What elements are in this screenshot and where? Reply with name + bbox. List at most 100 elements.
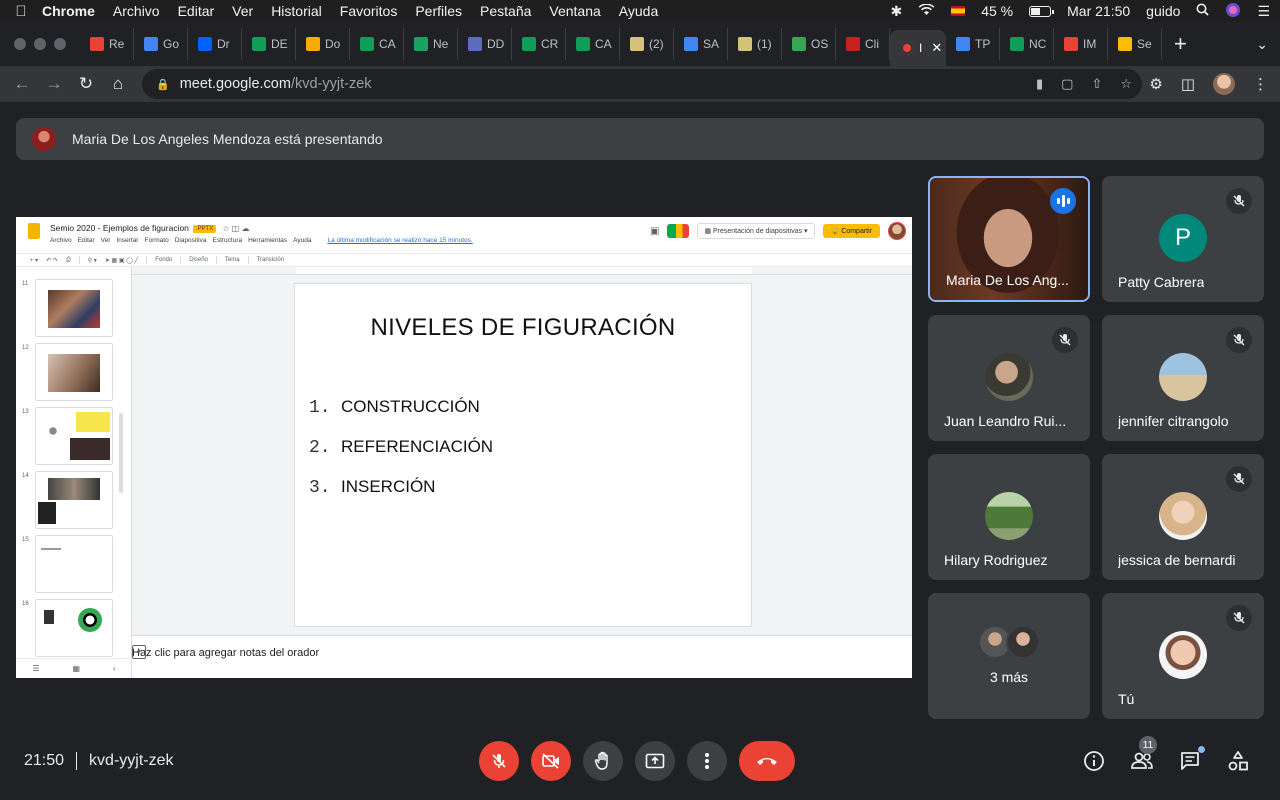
present-now-button[interactable] xyxy=(635,741,675,781)
apple-icon[interactable]:  xyxy=(0,3,42,20)
browser-tab[interactable]: Se xyxy=(1108,28,1162,60)
slide-canvas: NIVELES DE FIGURACIÓN 1. CONSTRUCCIÓN 2. R… xyxy=(132,275,912,635)
forward-icon[interactable]: → xyxy=(38,74,70,94)
chrome-menu-icon[interactable]: ⋮ xyxy=(1253,75,1268,93)
more-options-button[interactable] xyxy=(687,741,727,781)
menu-favoritos[interactable]: Favoritos xyxy=(340,3,398,19)
participant-tile-jennifer[interactable]: jennifer citrangolo xyxy=(1102,315,1264,441)
browser-tab[interactable]: Re xyxy=(80,28,134,60)
pptx-badge: .PPTX xyxy=(192,224,217,233)
browser-tab[interactable]: TP xyxy=(946,28,1000,60)
participant-avatar xyxy=(1006,625,1040,659)
zoom-window-button[interactable] xyxy=(54,38,66,50)
select-tool-icon: ➤ ▦ ▣ ◯ ╱ xyxy=(104,257,139,264)
browser-tab[interactable]: (1) xyxy=(728,28,782,60)
tab-label: TP xyxy=(975,37,991,51)
back-icon[interactable]: ← xyxy=(6,74,38,94)
menu-historial[interactable]: Historial xyxy=(271,3,322,19)
bluetooth-icon[interactable]: ✱ xyxy=(890,3,902,20)
close-tab-icon[interactable]: ✕ xyxy=(931,40,942,56)
profile-avatar[interactable] xyxy=(1213,73,1235,95)
participant-tile-hilary[interactable]: Hilary Rodriguez xyxy=(928,454,1090,580)
meeting-details-info-icon[interactable] xyxy=(1081,748,1107,774)
browser-tab[interactable]: NC xyxy=(1000,28,1054,60)
slides-doc-title-row: Semio 2020 - Ejemplos de figuracion .PPTX… xyxy=(50,223,249,233)
mic-toggle-button[interactable] xyxy=(479,741,519,781)
new-tab-button[interactable]: + xyxy=(1162,31,1199,57)
participant-tile-patty[interactable]: P Patty Cabrera xyxy=(1102,176,1264,302)
presented-screen[interactable]: Semio 2020 - Ejemplos de figuracion .PPTX… xyxy=(16,217,912,678)
leave-call-button[interactable] xyxy=(739,741,795,781)
list-item: 1. CONSTRUCCIÓN xyxy=(309,397,493,437)
wifi-icon[interactable] xyxy=(918,3,935,19)
chat-unread-dot xyxy=(1198,746,1205,753)
browser-tab[interactable]: IM xyxy=(1054,28,1108,60)
slides-menu-item: Editar xyxy=(77,237,95,244)
control-center-icon[interactable]: ☰ xyxy=(1257,3,1270,20)
participant-tile-juan[interactable]: Juan Leandro Rui... xyxy=(928,315,1090,441)
browser-tab[interactable]: (2) xyxy=(620,28,674,60)
browser-tab[interactable]: CA xyxy=(350,28,404,60)
activities-icon[interactable] xyxy=(1225,748,1251,774)
reload-icon[interactable]: ↻ xyxy=(70,74,102,94)
input-source-flag-icon[interactable] xyxy=(951,6,966,16)
presenting-text: Maria De Los Angeles Mendoza está presen… xyxy=(72,131,383,147)
camera-toggle-button[interactable] xyxy=(531,741,571,781)
slide-thumbnail xyxy=(35,471,113,529)
slide-thumbnail xyxy=(35,535,113,593)
participant-tile-more[interactable]: 3 más xyxy=(928,593,1090,719)
home-icon[interactable]: ⌂ xyxy=(102,74,134,94)
slides-menu-item: Formato xyxy=(144,237,169,244)
meet-button-icon xyxy=(667,224,690,238)
camera-in-use-icon[interactable]: ▮ xyxy=(1036,76,1043,92)
browser-tab[interactable]: OS xyxy=(782,28,836,60)
browser-tab[interactable]: Ne xyxy=(404,28,458,60)
menubar-user[interactable]: guido xyxy=(1146,3,1180,19)
spotlight-search-icon[interactable] xyxy=(1196,3,1210,19)
tab-search-chevron-icon[interactable]: ⌄ xyxy=(1256,36,1268,53)
translate-icon[interactable]: ▢ xyxy=(1061,76,1073,92)
ruler xyxy=(132,267,912,275)
browser-tab[interactable]: CA xyxy=(566,28,620,60)
browser-tab[interactable]: Go xyxy=(134,28,188,60)
share-icon[interactable]: ⇧ xyxy=(1091,76,1102,92)
people-icon[interactable]: 11 xyxy=(1129,736,1157,774)
minimize-window-button[interactable] xyxy=(34,38,46,50)
close-window-button[interactable] xyxy=(14,38,26,50)
slides-header: Semio 2020 - Ejemplos de figuracion .PPTX… xyxy=(16,217,912,253)
raise-hand-button[interactable] xyxy=(583,741,623,781)
menu-perfiles[interactable]: Perfiles xyxy=(415,3,462,19)
browser-tab[interactable]: Dr xyxy=(188,28,242,60)
menu-ventana[interactable]: Ventana xyxy=(549,3,600,19)
menubar-clock[interactable]: Mar 21:50 xyxy=(1067,3,1130,19)
browser-tab[interactable]: CR xyxy=(512,28,566,60)
browser-tab[interactable]: Do xyxy=(296,28,350,60)
chat-icon[interactable] xyxy=(1177,746,1205,774)
extensions-icon[interactable]: ⚙ xyxy=(1149,75,1162,93)
participant-name: jessica de bernardi xyxy=(1118,552,1236,568)
menu-ver[interactable]: Ver xyxy=(232,3,253,19)
bookmark-star-icon[interactable]: ☆ xyxy=(1120,76,1132,92)
menu-pestana[interactable]: Pestaña xyxy=(480,3,531,19)
menu-archivo[interactable]: Archivo xyxy=(113,3,160,19)
siri-icon[interactable] xyxy=(1225,2,1241,21)
browser-tab[interactable]: SA xyxy=(674,28,728,60)
browser-tab[interactable]: DD xyxy=(458,28,512,60)
address-bar[interactable]: 🔒 meet.google.com/kvd-yyjt-zek ▮ ▢ ⇧ ☆ xyxy=(142,69,1142,99)
tab-active-meet[interactable]: I ✕ xyxy=(890,30,946,66)
participant-tile-you[interactable]: Tú xyxy=(1102,593,1264,719)
battery-icon[interactable] xyxy=(1029,5,1055,17)
slides-menu: Archivo Editar Ver Insertar Formato Diapositi… xyxy=(50,237,473,244)
side-panel-icon[interactable]: ◫ xyxy=(1181,75,1195,93)
slideshow-label: Presentación de diapositivas xyxy=(713,228,803,235)
participant-tile-maria[interactable]: Maria De Los Ang... xyxy=(928,176,1090,302)
lock-icon[interactable]: 🔒 xyxy=(156,78,170,91)
menu-ayuda[interactable]: Ayuda xyxy=(619,3,658,19)
app-menu[interactable]: Chrome xyxy=(42,3,95,19)
browser-tab[interactable]: DE xyxy=(242,28,296,60)
menu-editar[interactable]: Editar xyxy=(178,3,215,19)
zoom-icon: ⚲ ▾ xyxy=(87,257,97,264)
browser-tab[interactable]: Cli xyxy=(836,28,890,60)
participant-tile-jessica[interactable]: jessica de bernardi xyxy=(1102,454,1264,580)
mic-off-icon xyxy=(1226,327,1252,353)
